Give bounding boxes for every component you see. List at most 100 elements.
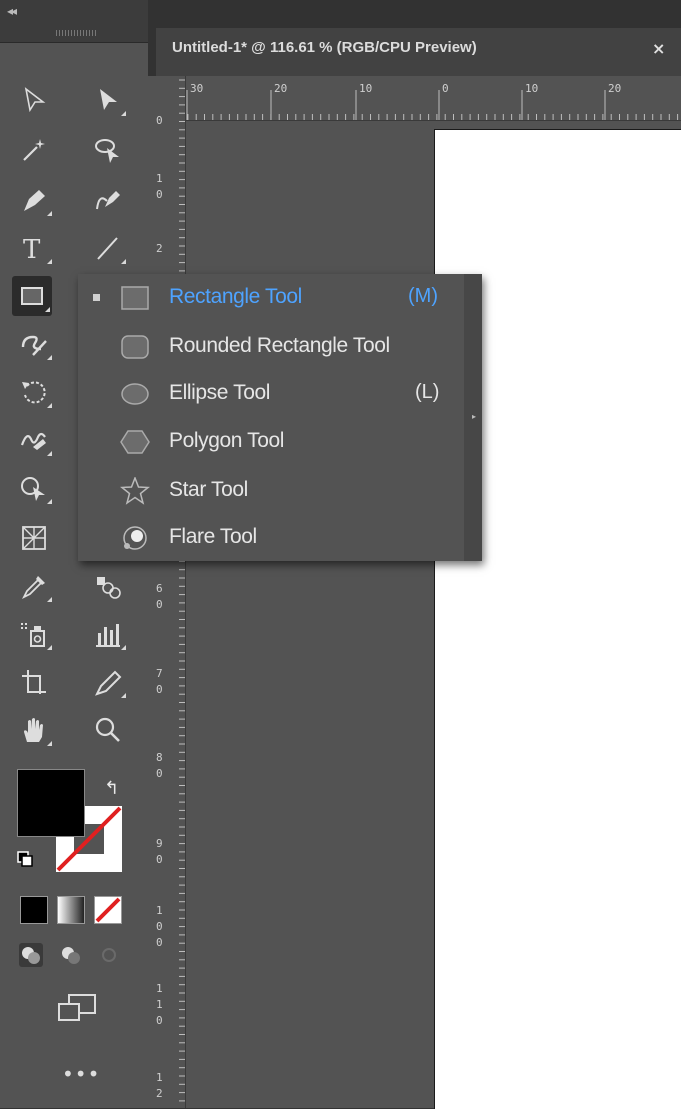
close-icon[interactable]: × <box>652 39 665 58</box>
flyout-item-rounded-rectangle-tool[interactable]: Rounded Rectangle Tool <box>78 323 464 370</box>
type-tool-button[interactable]: T <box>14 228 54 268</box>
gradient-mode-button[interactable] <box>57 896 85 924</box>
symbol-sprayer-icon <box>21 623 45 647</box>
ruler-label: 0 <box>442 82 449 95</box>
ruler-label: 20 <box>608 82 622 95</box>
color-mode-button[interactable] <box>20 896 48 924</box>
symbol-sprayer-tool-button[interactable] <box>14 614 54 654</box>
collapse-icon[interactable]: ◂◂ <box>7 4 17 18</box>
curvature-tool-button[interactable] <box>88 180 128 220</box>
selection-tool-button[interactable] <box>14 80 54 120</box>
shape-builder-tool-button[interactable] <box>14 468 54 508</box>
default-colors-icon[interactable] <box>17 851 33 867</box>
ruler-label: 0 <box>156 683 163 696</box>
selected-bullet-icon <box>93 294 100 301</box>
flyout-item-star-tool[interactable]: Star Tool <box>78 467 464 514</box>
draw-behind-icon[interactable] <box>58 942 84 968</box>
flyout-item-polygon-tool[interactable]: Polygon Tool <box>78 418 464 465</box>
line-segment-tool-button[interactable] <box>88 228 128 268</box>
flyout-item-shortcut: (L) <box>415 381 440 403</box>
document-tab-bar: Untitled-1* @ 116.61 % (RGB/CPU Preview)… <box>148 0 681 76</box>
perspective-grid-tool-button[interactable] <box>14 518 54 558</box>
slice-tool-button[interactable] <box>88 662 128 702</box>
ruler-label: 0 <box>156 920 163 933</box>
eyedropper-tool-button[interactable] <box>14 566 54 606</box>
flyout-item-label: Star Tool <box>169 478 248 501</box>
shape-builder-icon <box>21 477 45 501</box>
flyout-item-flare-tool[interactable]: Flare Tool <box>78 514 464 561</box>
eyedropper-icon <box>21 576 45 600</box>
draw-inside-icon[interactable] <box>96 942 122 968</box>
blend-icon <box>97 577 121 599</box>
flyout-item-ellipse-tool[interactable]: Ellipse Tool (L) <box>78 370 464 417</box>
magic-wand-tool-button[interactable] <box>14 130 54 170</box>
hand-icon <box>24 718 43 742</box>
swap-colors-icon[interactable]: ↰ <box>104 778 119 799</box>
star-icon <box>120 477 150 505</box>
lasso-tool-button[interactable] <box>88 130 128 170</box>
perspective-grid-icon <box>22 526 46 550</box>
canvas-area[interactable] <box>186 121 681 1109</box>
ruler-label: 0 <box>156 114 163 127</box>
flyout-item-label: Rectangle Tool <box>169 285 302 308</box>
fill-swatch[interactable] <box>17 769 85 837</box>
vertical-ruler[interactable]: 0 1 0 2 6 0 7 0 8 0 9 0 1 0 0 1 1 0 1 2 <box>148 76 186 1108</box>
type-icon: T <box>23 235 41 263</box>
ruler-label: 30 <box>190 82 204 95</box>
ruler-label: 0 <box>156 1014 163 1027</box>
graph-tool-button[interactable] <box>88 614 128 654</box>
ruler-label: 7 <box>156 667 163 680</box>
ruler-label: 10 <box>359 82 373 95</box>
rectangle-icon <box>121 286 149 310</box>
warp-tool-button[interactable] <box>14 420 54 460</box>
column-graph-icon <box>96 624 120 647</box>
svg-text:T: T <box>23 235 41 263</box>
document-tab[interactable]: Untitled-1* @ 116.61 % (RGB/CPU Preview)… <box>156 28 681 76</box>
ruler-label: 20 <box>274 82 288 95</box>
ruler-label: 1 <box>156 982 163 995</box>
polygon-icon <box>120 430 150 454</box>
horizontal-ruler-ticks <box>162 90 679 120</box>
toolbar-header: ◂◂ <box>0 0 148 43</box>
rectangle-icon <box>21 287 43 305</box>
vertical-ruler-ticks <box>179 79 185 1102</box>
magnifier-icon <box>95 717 120 742</box>
flyout-item-label: Flare Tool <box>169 525 257 548</box>
blend-tool-button[interactable] <box>88 566 128 606</box>
warp-icon <box>20 432 46 450</box>
rectangle-tool-button[interactable] <box>12 276 52 316</box>
artboard-tool-button[interactable] <box>14 662 54 702</box>
draw-normal-icon[interactable] <box>18 942 44 968</box>
pen-tool-button[interactable] <box>14 180 54 220</box>
ruler-label: 10 <box>525 82 539 95</box>
more-tools-icon[interactable]: ••• <box>62 1062 100 1086</box>
ruler-label: 1 <box>156 172 163 185</box>
hand-tool-button[interactable] <box>14 710 54 750</box>
rotate-icon <box>22 381 46 404</box>
ruler-label: 0 <box>156 853 163 866</box>
shaper-tool-button[interactable] <box>14 324 54 364</box>
pen-icon <box>24 190 45 211</box>
flyout-item-label: Ellipse Tool <box>169 381 271 404</box>
ruler-label: 0 <box>156 598 163 611</box>
selection-arrow-icon <box>24 87 46 113</box>
flyout-item-label: Rounded Rectangle Tool <box>169 334 390 357</box>
flare-icon <box>123 526 147 550</box>
none-mode-button[interactable] <box>94 896 122 924</box>
flyout-item-shortcut: (M) <box>408 285 438 307</box>
direct-selection-tool-button[interactable] <box>88 80 128 120</box>
rounded-rectangle-icon <box>121 335 149 359</box>
flyout-item-rectangle-tool[interactable]: Rectangle Tool (M) <box>78 274 464 321</box>
ruler-label: 6 <box>156 582 163 595</box>
zoom-tool-button[interactable] <box>88 710 128 750</box>
tearoff-strip[interactable]: ▸ <box>464 274 482 561</box>
toolbar-grip[interactable] <box>56 30 96 36</box>
tearoff-arrow-icon: ▸ <box>471 412 476 421</box>
horizontal-ruler[interactable]: 30 20 10 0 10 20 <box>148 76 681 121</box>
rotate-tool-button[interactable] <box>14 372 54 412</box>
ruler-label: 9 <box>156 837 163 850</box>
slice-knife-icon <box>95 670 122 696</box>
screen-mode-icon[interactable] <box>55 992 99 1026</box>
flyout-item-label: Polygon Tool <box>169 429 285 452</box>
curvature-pen-icon <box>96 191 120 210</box>
